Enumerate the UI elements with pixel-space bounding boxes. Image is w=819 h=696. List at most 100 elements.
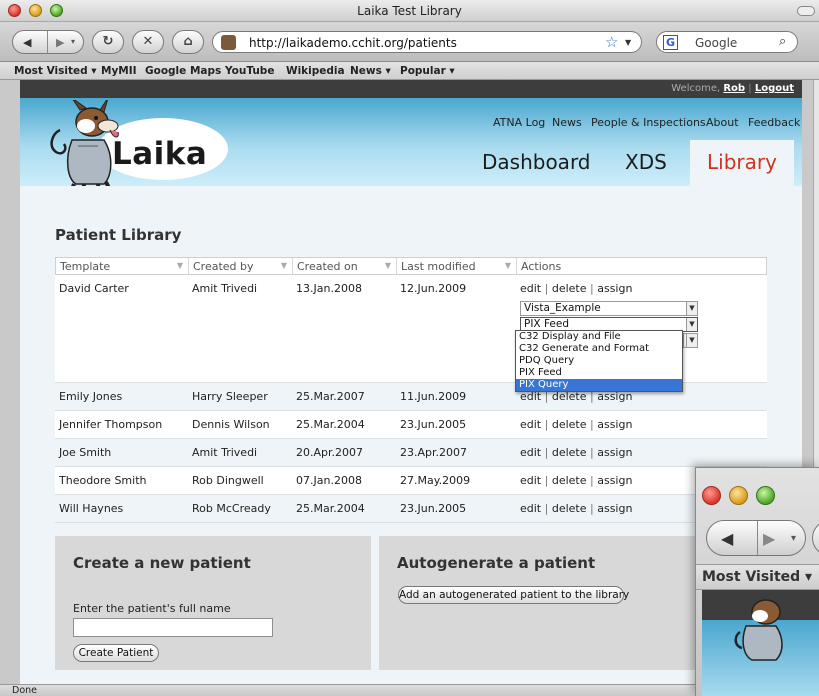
google-engine-icon[interactable]: G <box>663 35 678 50</box>
cell-template[interactable]: Emily Jones <box>59 390 122 403</box>
edit-link[interactable]: edit <box>520 282 541 295</box>
tab-dashboard[interactable]: Dashboard <box>482 150 591 174</box>
bookmark-mymii[interactable]: MyMII <box>101 65 137 77</box>
bookmark-popular[interactable]: Popular ▾ <box>400 65 455 77</box>
separator: | <box>590 446 594 459</box>
user-link[interactable]: Rob <box>723 83 745 94</box>
bookmark-youtube[interactable]: YouTube <box>225 65 274 77</box>
create-patient-button[interactable]: Create Patient <box>73 644 159 662</box>
minimize-window-button[interactable] <box>729 486 748 505</box>
bookmark-wikipedia[interactable]: Wikipedia <box>286 65 345 77</box>
assign-link[interactable]: assign <box>597 474 632 487</box>
assign-link[interactable]: assign <box>597 502 632 515</box>
select-arrow-icon: ▼ <box>686 302 697 315</box>
cell-created-on: 25.Mar.2004 <box>296 418 365 431</box>
vendor-select-value: Vista_Example <box>524 302 601 314</box>
separator: | <box>544 282 549 295</box>
option-pix-query[interactable]: PIX Query <box>516 379 682 391</box>
edit-link[interactable]: edit <box>520 502 541 515</box>
reload-button[interactable]: ↻ <box>92 30 124 54</box>
back-arrow-icon[interactable]: ◀ <box>23 36 31 49</box>
zoom-window-button[interactable] <box>756 486 775 505</box>
nav-news[interactable]: News <box>552 116 582 129</box>
column-header-actions: Actions <box>517 258 766 274</box>
column-header-created-on[interactable]: Created on ▼ <box>293 258 397 274</box>
cell-template[interactable]: Theodore Smith <box>59 474 146 487</box>
close-window-button[interactable] <box>702 486 721 505</box>
history-dropdown-icon[interactable]: ▾ <box>71 37 75 46</box>
column-header-template[interactable]: Template ▼ <box>56 258 189 274</box>
column-header-created-by[interactable]: Created by ▼ <box>189 258 293 274</box>
cell-created-by: Amit Trivedi <box>192 446 258 459</box>
option-pdq-query[interactable]: PDQ Query <box>516 355 682 367</box>
page-title: Patient Library <box>55 226 182 244</box>
separator: | <box>544 502 549 515</box>
toolbar-toggle-button[interactable] <box>797 6 815 16</box>
cell-created-by: Dennis Wilson <box>192 418 270 431</box>
magnifier-icon[interactable]: ⌕ <box>779 34 786 49</box>
assign-link[interactable]: assign <box>597 282 632 295</box>
bookmark-most-visited[interactable]: Most Visited ▾ <box>14 65 97 77</box>
assign-link[interactable]: assign <box>597 418 632 431</box>
edit-link[interactable]: edit <box>520 418 541 431</box>
search-box[interactable]: G Google ⌕ <box>656 31 798 53</box>
history-dropdown-icon[interactable]: ▾ <box>791 533 796 544</box>
row-actions: edit | delete | assign <box>520 282 632 295</box>
forward-arrow-icon[interactable]: ▶ <box>763 529 775 548</box>
patient-name-input[interactable] <box>73 618 273 637</box>
assign-link[interactable]: assign <box>597 446 632 459</box>
window-title: Laika Test Library <box>357 4 462 18</box>
autogenerate-button[interactable]: Add an autogenerated patient to the libr… <box>398 586 629 604</box>
bookmarks-bar: Most Visited ▾ MyMII Google Maps YouTube… <box>0 62 819 80</box>
cell-template[interactable]: Jennifer Thompson <box>59 418 162 431</box>
third-select[interactable]: ▼ <box>683 333 698 348</box>
search-placeholder[interactable]: Google <box>695 36 737 50</box>
option-c32-display-file[interactable]: C32 Display and File <box>516 331 682 343</box>
delete-link[interactable]: delete <box>552 474 587 487</box>
cell-template[interactable]: Will Haynes <box>59 502 123 515</box>
cell-last-modified: 12.Jun.2009 <box>400 282 467 295</box>
cell-last-modified: 23.Jun.2005 <box>400 502 467 515</box>
cell-template[interactable]: David Carter <box>59 282 129 295</box>
vendor-select[interactable]: Vista_Example ▼ <box>520 301 698 316</box>
divider <box>47 31 48 53</box>
bookmark-most-visited[interactable]: Most Visited ▾ <box>702 569 812 585</box>
bookmark-google-maps[interactable]: Google Maps <box>145 65 221 77</box>
nav-people-inspections[interactable]: People & Inspections <box>591 116 706 129</box>
cell-created-on: 07.Jan.2008 <box>296 474 362 487</box>
tab-library[interactable]: Library <box>690 140 794 186</box>
nav-about[interactable]: About <box>706 116 739 129</box>
delete-link[interactable]: delete <box>552 418 587 431</box>
forward-arrow-icon[interactable]: ▶ <box>56 36 64 49</box>
cell-created-on: 13.Jan.2008 <box>296 282 362 295</box>
column-label: Created by <box>193 260 254 273</box>
address-bar[interactable]: http://laikademo.cchit.org/patients ☆ ▼ <box>212 31 642 53</box>
url-text[interactable]: http://laikademo.cchit.org/patients <box>249 36 457 50</box>
bookmark-news[interactable]: News ▾ <box>350 65 391 77</box>
nav-atna-log[interactable]: ATNA Log <box>493 116 545 129</box>
sort-arrow-icon: ▼ <box>384 261 391 270</box>
reload-button[interactable] <box>812 520 819 556</box>
tab-xds[interactable]: XDS <box>625 150 667 174</box>
column-header-last-modified[interactable]: Last modified ▼ <box>397 258 517 274</box>
back-arrow-icon[interactable]: ◀ <box>721 529 733 548</box>
url-dropdown-icon[interactable]: ▼ <box>625 38 631 47</box>
delete-link[interactable]: delete <box>552 282 587 295</box>
edit-link[interactable]: edit <box>520 446 541 459</box>
logout-link[interactable]: Logout <box>755 83 794 94</box>
cell-template[interactable]: Joe Smith <box>59 446 111 459</box>
bookmark-star-icon[interactable]: ☆ <box>605 33 618 51</box>
option-c32-generate-format[interactable]: C32 Generate and Format <box>516 343 682 355</box>
option-pix-feed[interactable]: PIX Feed <box>516 367 682 379</box>
bookmarks-bar: Most Visited ▾ <box>696 564 819 590</box>
delete-link[interactable]: delete <box>552 502 587 515</box>
stop-button[interactable]: ✕ <box>132 30 164 54</box>
home-button[interactable]: ⌂ <box>172 30 204 54</box>
patient-name-label: Enter the patient's full name <box>73 602 231 615</box>
nav-feedback[interactable]: Feedback <box>748 116 800 129</box>
cell-created-on: 20.Apr.2007 <box>296 446 364 459</box>
create-patient-title: Create a new patient <box>73 554 251 572</box>
edit-link[interactable]: edit <box>520 474 541 487</box>
delete-link[interactable]: delete <box>552 446 587 459</box>
second-browser-window[interactable]: ◀ ▶ ▾ Most Visited ▾ <box>695 467 819 696</box>
